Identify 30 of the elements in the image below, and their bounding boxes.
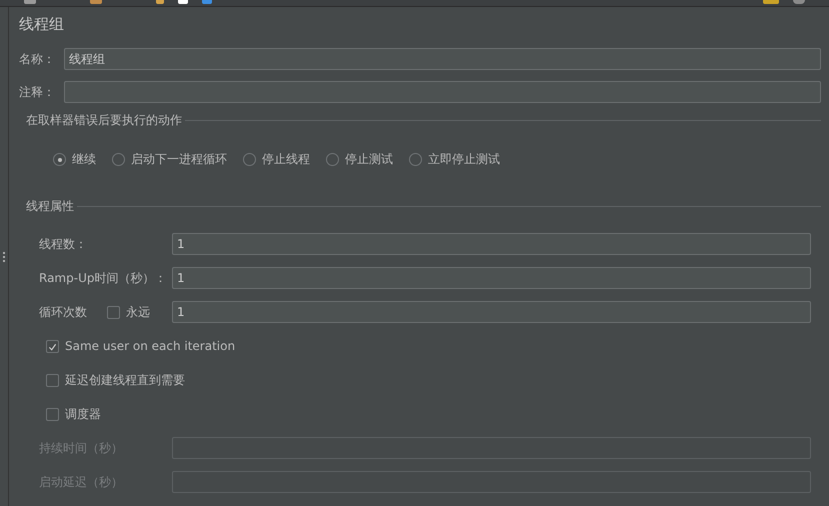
radio-option[interactable]: 继续 — [53, 151, 96, 168]
checkbox-option[interactable]: Same user on each iteration — [46, 339, 236, 353]
checkbox-option[interactable]: 永远 — [107, 304, 150, 320]
toolbar-icon[interactable] — [763, 0, 779, 4]
field-label: 注释： — [19, 84, 56, 100]
panel-title: 线程组 — [19, 15, 65, 35]
field-label: 线程数： — [39, 236, 88, 252]
name-field[interactable]: 线程组 — [64, 48, 821, 70]
input-field[interactable]: 1 — [172, 301, 811, 323]
toolbar-icon[interactable] — [178, 0, 188, 4]
section-title: 线程属性 — [25, 198, 75, 215]
radio-option[interactable]: 停止线程 — [243, 151, 310, 168]
field-label: 循环次数 — [39, 304, 87, 320]
input-field[interactable]: 1 — [172, 267, 811, 289]
toolbar-icon[interactable] — [793, 0, 805, 4]
toolbar-icon[interactable] — [24, 0, 36, 4]
toolbar-icon[interactable] — [202, 0, 212, 4]
splitter-handle[interactable] — [0, 7, 9, 506]
comment-field[interactable] — [64, 81, 821, 103]
toolbar-icon[interactable] — [90, 0, 102, 4]
field-label: Ramp-Up时间（秒）： — [39, 270, 168, 286]
input-field[interactable]: 1 — [172, 233, 811, 255]
radio-option[interactable]: 立即停止测试 — [409, 151, 500, 168]
section-title: 在取样器错误后要执行的动作 — [25, 112, 183, 129]
radio-option[interactable]: 停止测试 — [326, 151, 393, 168]
radio-option[interactable]: 启动下一进程循环 — [112, 151, 227, 168]
checkbox-option[interactable]: 延迟创建线程直到需要 — [46, 372, 185, 388]
toolbar-icon[interactable] — [156, 0, 164, 4]
checkbox-option[interactable]: 调度器 — [46, 406, 101, 422]
field-label: 名称： — [19, 50, 56, 68]
